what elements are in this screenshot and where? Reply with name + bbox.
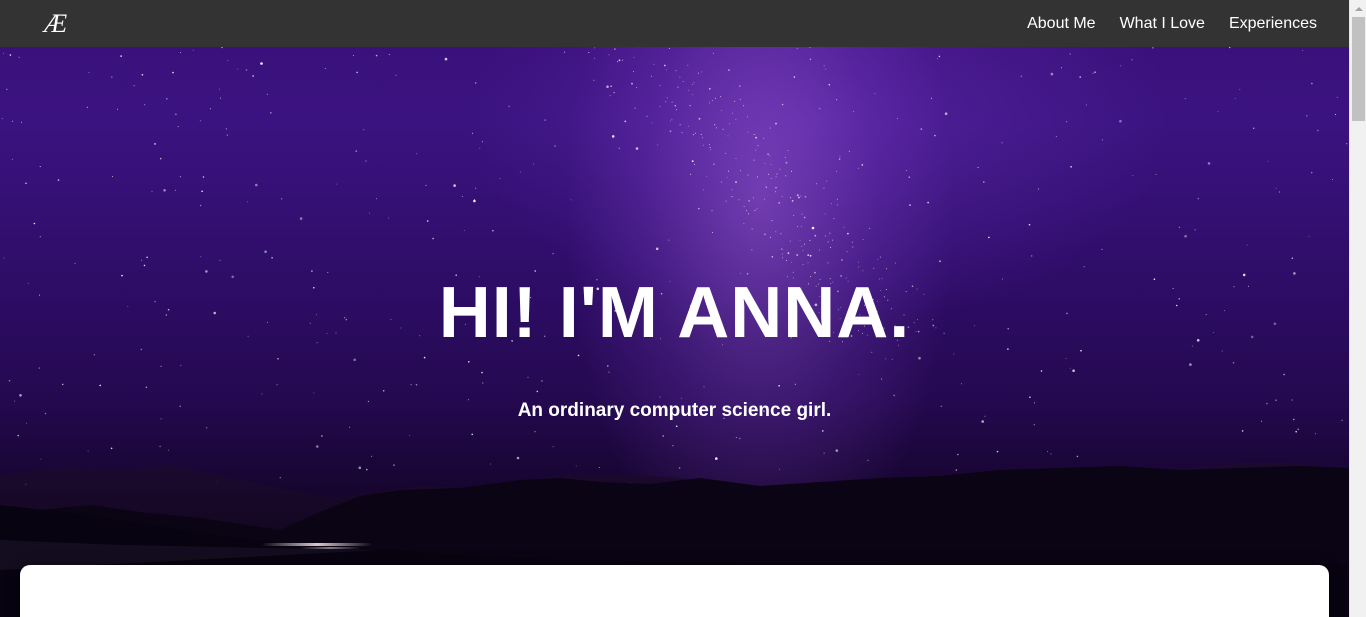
page-scrollbar[interactable] xyxy=(1349,0,1366,617)
logo[interactable]: Æ xyxy=(44,9,67,39)
scrollbar-thumb[interactable] xyxy=(1352,17,1365,121)
scroll-up-arrow-icon[interactable] xyxy=(1350,0,1366,17)
content-card xyxy=(20,565,1329,617)
nav-link-what-i-love[interactable]: What I Love xyxy=(1120,15,1205,33)
hero-title: HI! I'M ANNA. xyxy=(438,273,911,353)
nav-links: About Me What I Love Experiences xyxy=(1027,0,1317,47)
page: Æ About Me What I Love Experiences HI! I… xyxy=(0,0,1366,617)
hero-subtitle: An ordinary computer science girl. xyxy=(517,400,832,421)
nav-link-about-me[interactable]: About Me xyxy=(1027,15,1095,33)
navbar: Æ About Me What I Love Experiences xyxy=(0,0,1349,47)
nav-link-experiences[interactable]: Experiences xyxy=(1229,15,1317,33)
